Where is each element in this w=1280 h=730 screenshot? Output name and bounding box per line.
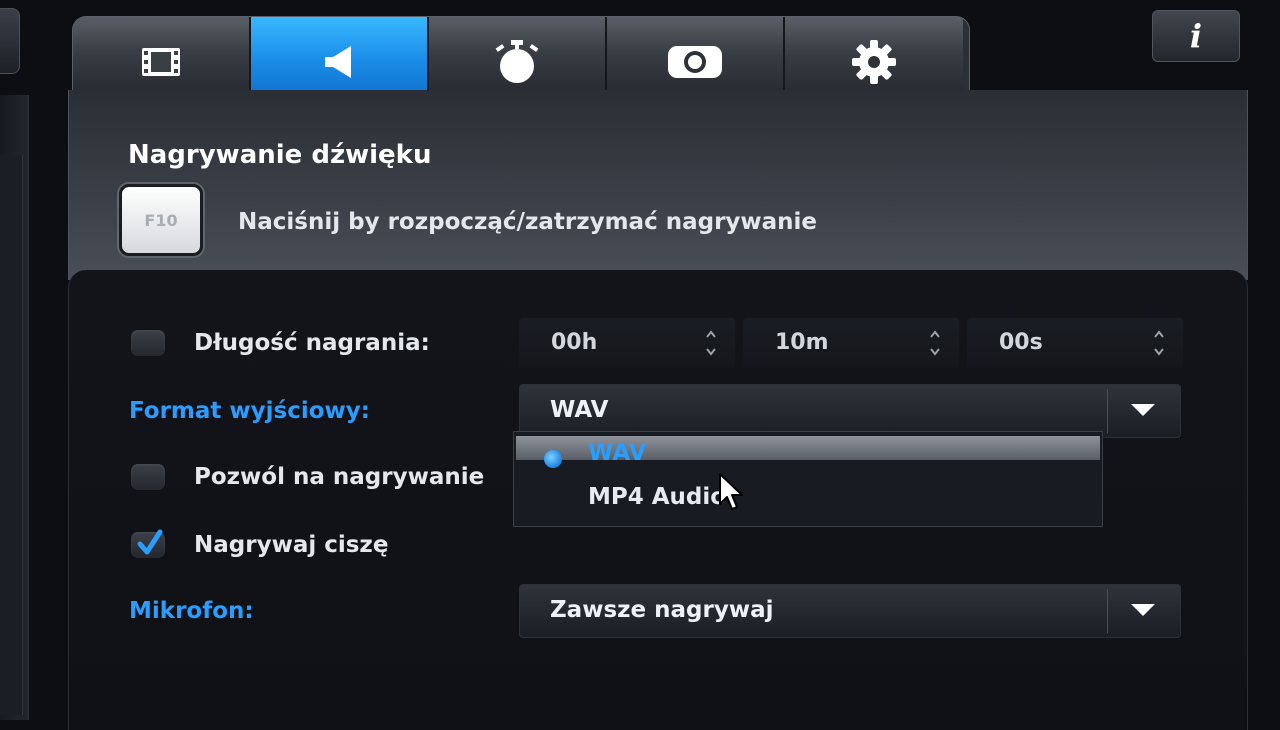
left-sidebar-inner <box>0 155 23 715</box>
stopwatch-icon <box>495 40 539 83</box>
record-silence-checkbox[interactable] <box>131 529 165 558</box>
tab-screenshot[interactable] <box>607 17 785 101</box>
hours-value: 00h <box>551 330 598 355</box>
microphone-label: Mikrofon: <box>129 598 254 624</box>
duration-checkbox[interactable] <box>131 330 165 356</box>
spinner-arrows-icon <box>706 330 716 356</box>
output-format-dropdown: WAV MP4 Audio <box>513 431 1103 527</box>
hotkey-button[interactable]: F10 <box>119 184 203 256</box>
allow-recording-checkbox[interactable] <box>131 464 165 490</box>
chevron-down-icon[interactable] <box>1130 403 1156 417</box>
tab-timer[interactable] <box>429 17 607 101</box>
dropdown-option-label: MP4 Audio <box>588 484 727 510</box>
output-format-select[interactable]: WAV <box>519 384 1181 438</box>
window-edge-button[interactable] <box>0 8 20 74</box>
selected-radio-icon <box>544 450 562 468</box>
microphone-select[interactable]: Zawsze nagrywaj <box>519 584 1181 638</box>
film-icon <box>142 48 180 76</box>
dropdown-option-label: WAV <box>588 440 647 466</box>
speaker-icon <box>325 46 351 78</box>
output-format-label: Format wyjściowy: <box>129 398 370 424</box>
settings-window: Nagrywanie dźwięku F10 Naciśnij by rozpo… <box>68 10 1248 730</box>
output-format-value: WAV <box>550 397 609 423</box>
minutes-value: 10m <box>775 330 829 355</box>
mouse-cursor-icon <box>719 473 743 510</box>
allow-recording-label: Pozwól na nagrywanie <box>194 464 485 490</box>
left-sidebar-rail <box>0 95 29 720</box>
section-title: Nagrywanie dźwięku <box>128 140 432 170</box>
tab-video[interactable] <box>73 17 251 101</box>
seconds-value: 00s <box>999 330 1043 355</box>
camera-icon <box>668 46 722 78</box>
tab-settings[interactable] <box>785 17 963 101</box>
spinner-arrows-icon <box>1154 330 1164 356</box>
spinner-arrows-icon <box>930 330 940 356</box>
hours-spinner[interactable]: 00h <box>519 318 735 368</box>
hotkey-description: Naciśnij by rozpocząć/zatrzymać nagrywan… <box>238 209 818 235</box>
tab-audio[interactable] <box>251 17 429 101</box>
microphone-value: Zawsze nagrywaj <box>550 597 774 623</box>
audio-recording-header: Nagrywanie dźwięku F10 <box>68 90 1248 280</box>
checkmark-icon <box>137 529 163 555</box>
seconds-spinner[interactable]: 00s <box>967 318 1183 368</box>
minutes-spinner[interactable]: 10m <box>743 318 959 368</box>
duration-label: Długość nagrania: <box>194 330 430 356</box>
select-divider <box>1107 589 1108 633</box>
chevron-down-icon[interactable] <box>1130 603 1156 617</box>
gear-icon <box>852 40 896 84</box>
select-divider <box>1107 389 1108 433</box>
tab-bar <box>72 16 970 101</box>
record-silence-label: Nagrywaj ciszę <box>194 532 389 558</box>
hotkey-label: F10 <box>144 210 178 230</box>
